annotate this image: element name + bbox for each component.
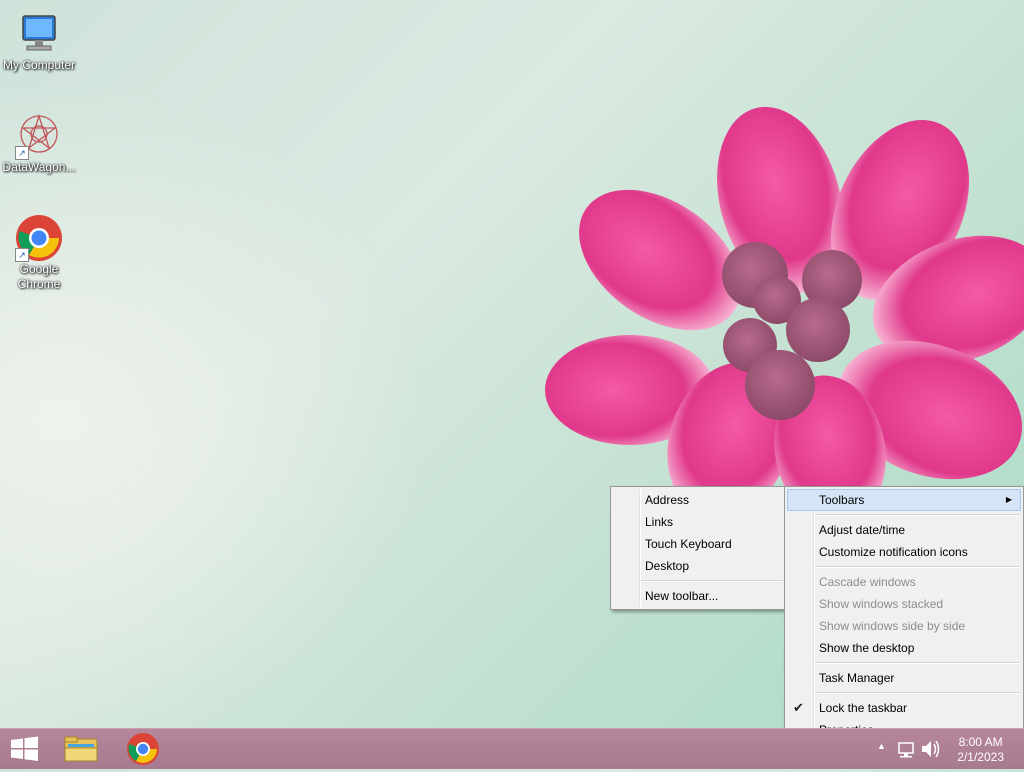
menu-separator [815,692,1021,694]
shortcut-arrow-icon: ↗ [15,248,29,262]
chevron-up-icon: ▲ [877,741,886,751]
chrome-taskbar-button[interactable] [116,729,172,769]
menu-item-task-manager[interactable]: Task Manager [785,667,1023,689]
checkmark-icon: ✔ [793,700,804,715]
menu-item-customize-notification-icons[interactable]: Customize notification icons [785,541,1023,563]
menu-item-show-windows-side-by-side: Show windows side by side [819,619,966,633]
network-tray-button[interactable] [894,729,918,769]
chrome-icon: ↗ [15,214,63,262]
taskbar-context-menu: Toolbars ▶ Adjust date/time Customize no… [784,486,1024,744]
network-icon [898,742,914,758]
chrome-icon [127,733,159,765]
file-explorer-button[interactable] [54,729,110,769]
menu-item-label: Toolbars [819,493,865,507]
desktop-icon-label: Google Chrome [17,262,61,291]
computer-icon [15,10,63,58]
speaker-icon [922,740,940,758]
volume-tray-button[interactable] [918,729,942,769]
desktop-icon-google-chrome[interactable]: ↗ Google Chrome [0,214,78,292]
menu-item-address[interactable]: Address [611,489,785,511]
menu-item-adjust-datetime[interactable]: Adjust date/time [785,519,1023,541]
start-button[interactable] [0,729,56,769]
menu-separator [815,662,1021,664]
show-hidden-icons-button[interactable]: ▲ [872,729,892,769]
desktop-icon-label: My Computer [2,58,76,72]
toolbars-submenu: Address Links Touch Keyboard Desktop New… [610,486,786,610]
menu-separator [815,566,1021,568]
datawagon-icon: ↗ [15,112,63,160]
menu-item-touch-keyboard[interactable]: Touch Keyboard [611,533,785,555]
taskbar-clock[interactable]: 8:00 AM 2/1/2023 [957,735,1004,765]
windows-logo-icon [11,736,38,761]
clock-date: 2/1/2023 [957,750,1004,764]
desktop-icon-my-computer[interactable]: My Computer [0,10,78,73]
menu-item-desktop[interactable]: Desktop [611,555,785,577]
menu-item-toolbars[interactable]: Toolbars ▶ [787,489,1021,511]
menu-item-new-toolbar[interactable]: New toolbar... [611,585,785,607]
menu-item-lock-taskbar[interactable]: ✔ Lock the taskbar [785,697,1023,719]
submenu-arrow-icon: ▶ [1005,495,1012,504]
desktop-icon-label: DataWagon... [2,160,76,174]
desktop-icon-datawagon[interactable]: ↗ DataWagon... [0,112,78,175]
shortcut-arrow-icon: ↗ [15,146,29,160]
folder-icon [64,736,98,762]
menu-item-links[interactable]: Links [611,511,785,533]
wallpaper-flower [545,106,1024,500]
menu-item-cascade-windows: Cascade windows [819,575,916,589]
menu-separator [815,514,1021,516]
clock-time: 8:00 AM [958,735,1003,749]
menu-item-label: Lock the taskbar [819,701,908,715]
menu-item-show-desktop[interactable]: Show the desktop [785,637,1023,659]
taskbar[interactable]: ▲ 8:00 AM 2/1/2023 [0,728,1024,769]
menu-item-show-windows-stacked: Show windows stacked [819,597,944,611]
menu-separator [641,580,783,582]
